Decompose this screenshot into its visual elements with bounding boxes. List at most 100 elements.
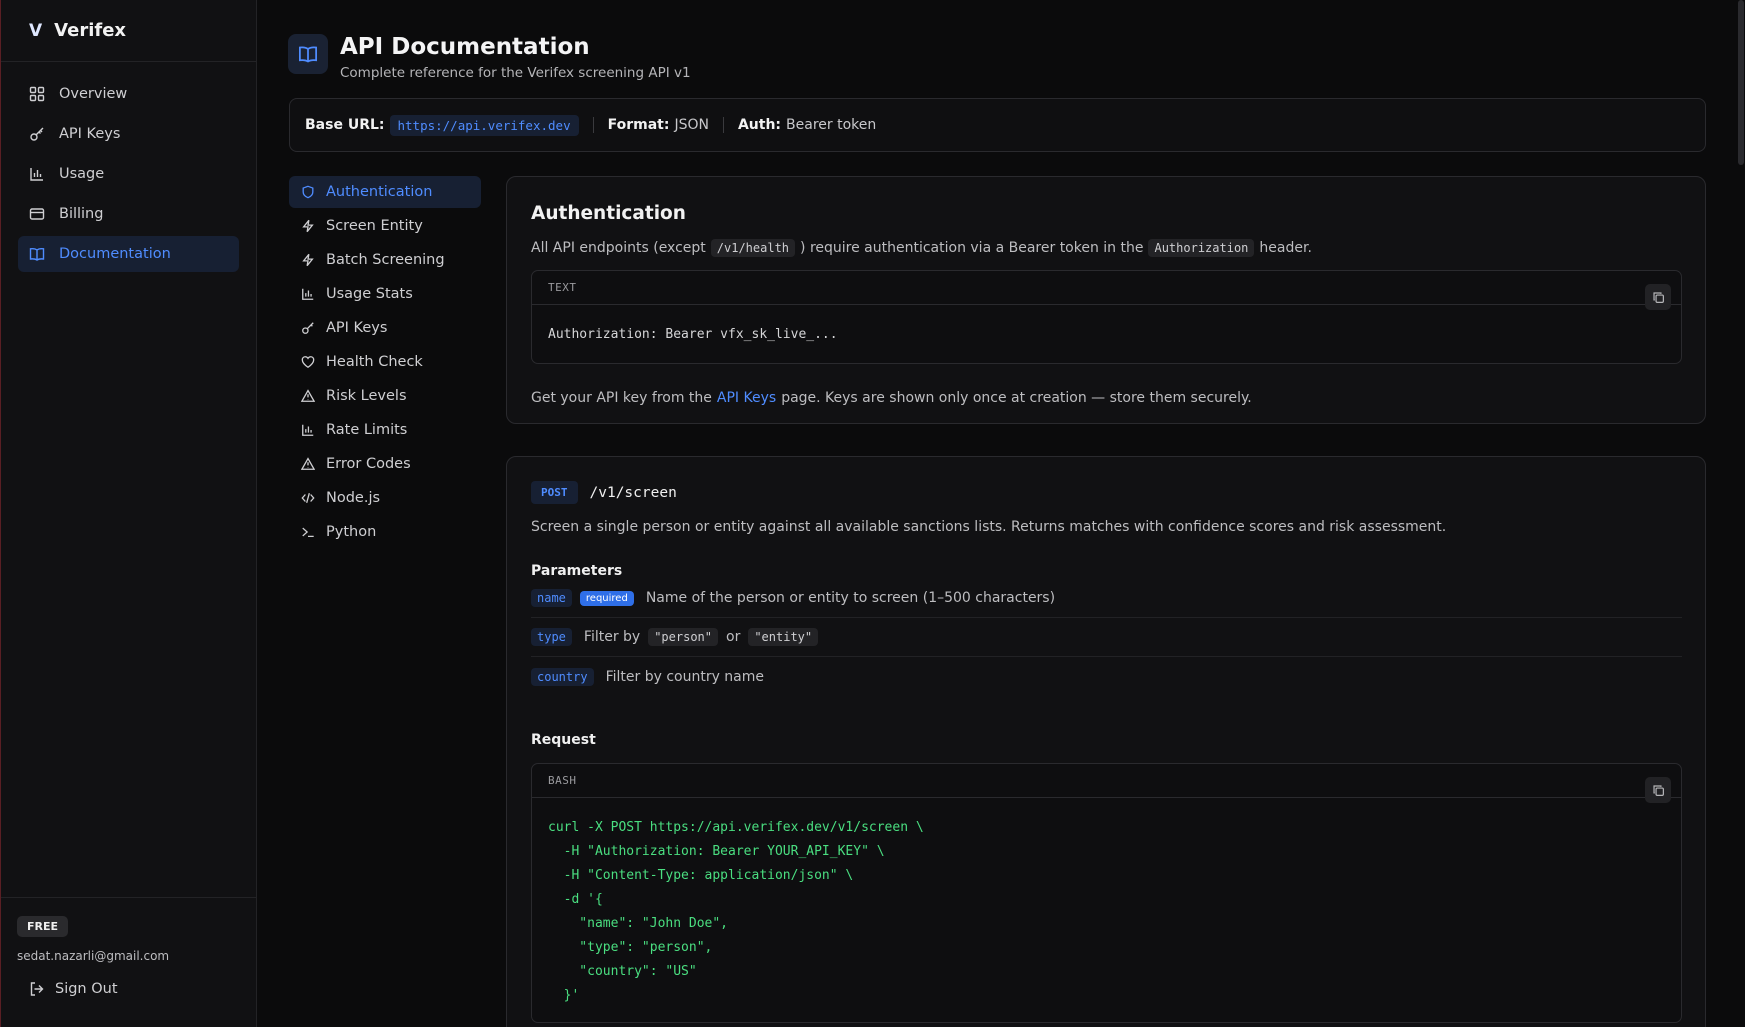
sidebar-item-documentation[interactable]: Documentation (18, 236, 239, 272)
copy-icon (1652, 784, 1664, 796)
key-icon (302, 322, 314, 334)
text-fragment: ) require authentication via a Bearer to… (800, 240, 1144, 256)
text-fragment: or (726, 629, 741, 645)
doc-nav-rate-limits[interactable]: Rate Limits (289, 414, 481, 446)
bar-chart-icon (302, 424, 314, 436)
code-language-label: TEXT (532, 271, 1681, 305)
copy-button[interactable] (1645, 284, 1671, 310)
sidebar-item-label: Billing (59, 206, 104, 222)
sidebar-item-label: Usage (59, 166, 105, 182)
text-fragment: header. (1259, 240, 1312, 256)
doc-nav-usage-stats[interactable]: Usage Stats (289, 278, 481, 310)
sign-out-icon (30, 982, 44, 996)
base-url-label: Base URL: (305, 117, 385, 133)
code-line: "name": "John Doe", (548, 916, 729, 931)
code-content: curl -X POST https://api.verifex.dev/v1/… (532, 798, 1681, 1022)
doc-nav-api-keys[interactable]: API Keys (289, 312, 481, 344)
doc-nav-label: Batch Screening (326, 252, 445, 268)
base-url-value[interactable]: https://api.verifex.dev (389, 114, 579, 136)
param-name: country (531, 667, 594, 686)
doc-nav-label: Risk Levels (326, 388, 407, 404)
code-line: -d '{ (548, 892, 603, 907)
user-email: sedat.nazarli@gmail.com (17, 949, 170, 963)
doc-nav-nodejs[interactable]: Node.js (289, 482, 481, 514)
code-line: Authorization: Bearer vfx_sk_live_... (548, 327, 838, 342)
book-icon (288, 34, 328, 74)
sign-out-button[interactable]: Sign Out (17, 981, 240, 997)
divider (592, 117, 594, 133)
sidebar-item-api-keys[interactable]: API Keys (18, 116, 239, 152)
doc-nav-label: Authentication (326, 184, 433, 200)
param-name: name (531, 589, 572, 607)
bar-chart-icon (302, 288, 314, 300)
warning-icon (301, 457, 315, 470)
sidebar-footer: FREE sedat.nazarli@gmail.com Sign Out (1, 897, 256, 1027)
sidebar-item-overview[interactable]: Overview (18, 76, 239, 112)
sidebar-item-label: Documentation (59, 246, 171, 262)
http-method-badge: POST (531, 481, 578, 504)
doc-nav-batch-screening[interactable]: Batch Screening (289, 244, 481, 276)
param-description: Filter by country name (605, 668, 765, 685)
code-icon (301, 493, 315, 503)
sidebar-item-label: Overview (59, 86, 128, 102)
text-fragment: All API endpoints (except (531, 240, 706, 256)
page-title: API Documentation (340, 34, 590, 60)
auth-value: Bearer token (786, 117, 877, 133)
text-fragment: Get your API key from the (531, 390, 712, 406)
code-line: -H "Authorization: Bearer YOUR_API_KEY" … (548, 844, 885, 859)
api-info-bar: Base URL: https://api.verifex.dev Format… (289, 98, 1706, 152)
doc-nav-python[interactable]: Python (289, 516, 481, 548)
endpoint-description: Screen a single person or entity against… (531, 519, 1447, 535)
code-block: TEXT Authorization: Bearer vfx_sk_live_.… (531, 270, 1682, 364)
main-content: API Documentation Complete reference for… (258, 0, 1745, 1027)
brand[interactable]: V Verifex (1, 0, 256, 62)
code-line: "country": "US" (548, 964, 697, 979)
code-line: "type": "person", (548, 940, 713, 955)
sidebar-item-usage[interactable]: Usage (18, 156, 239, 192)
required-badge: required (579, 590, 634, 606)
param-row-type: type Filter by "person" or "entity" (531, 618, 1682, 657)
zap-icon (302, 253, 314, 267)
copy-icon (1652, 291, 1664, 303)
app-name: Verifex (54, 20, 127, 41)
doc-nav-screen-entity[interactable]: Screen Entity (289, 210, 481, 242)
auth-label: Auth: (737, 117, 782, 133)
api-keys-link[interactable]: API Keys (717, 390, 776, 406)
param-description: Name of the person or entity to screen (… (645, 590, 1056, 606)
terminal-icon (302, 527, 314, 538)
param-description: Filter by (583, 629, 641, 645)
doc-nav-label: Rate Limits (326, 422, 408, 438)
zap-icon (302, 219, 314, 233)
param-name: type (531, 628, 572, 646)
doc-nav-health-check[interactable]: Health Check (289, 346, 481, 378)
page-header: API Documentation Complete reference for… (288, 34, 691, 81)
doc-nav-risk-levels[interactable]: Risk Levels (289, 380, 481, 412)
doc-nav-error-codes[interactable]: Error Codes (289, 448, 481, 480)
doc-nav-label: Error Codes (326, 456, 411, 472)
key-icon (30, 127, 44, 141)
sign-out-label: Sign Out (55, 981, 118, 997)
code-line: -H "Content-Type: application/json" \ (548, 868, 854, 883)
section-title: Authentication (531, 203, 686, 224)
code-line: curl -X POST https://api.verifex.dev/v1/… (548, 820, 924, 835)
doc-nav-label: Health Check (326, 354, 423, 370)
endpoint-header: POST /v1/screen (531, 481, 677, 504)
auth-note: Get your API key from the API Keys page.… (531, 390, 1252, 406)
inline-code: "entity" (748, 628, 819, 646)
sidebar-item-billing[interactable]: Billing (18, 196, 239, 232)
screen-endpoint-section: POST /v1/screen Screen a single person o… (506, 456, 1706, 1027)
copy-button[interactable] (1645, 777, 1671, 803)
scrollbar-thumb[interactable] (1738, 0, 1744, 165)
format-value: JSON (674, 117, 709, 133)
text-fragment: page. Keys are shown only once at creati… (781, 390, 1252, 406)
shield-icon (302, 185, 314, 199)
format-label: Format: (607, 117, 670, 133)
divider (722, 117, 724, 133)
code-language-label: BASH (532, 764, 1681, 798)
doc-nav-authentication[interactable]: Authentication (289, 176, 481, 208)
param-row-country: country Filter by country name (531, 657, 1682, 696)
doc-nav-label: Python (326, 524, 377, 540)
book-icon (29, 247, 45, 261)
page-scrollbar[interactable] (1737, 0, 1745, 1027)
bar-chart-icon (30, 168, 43, 181)
